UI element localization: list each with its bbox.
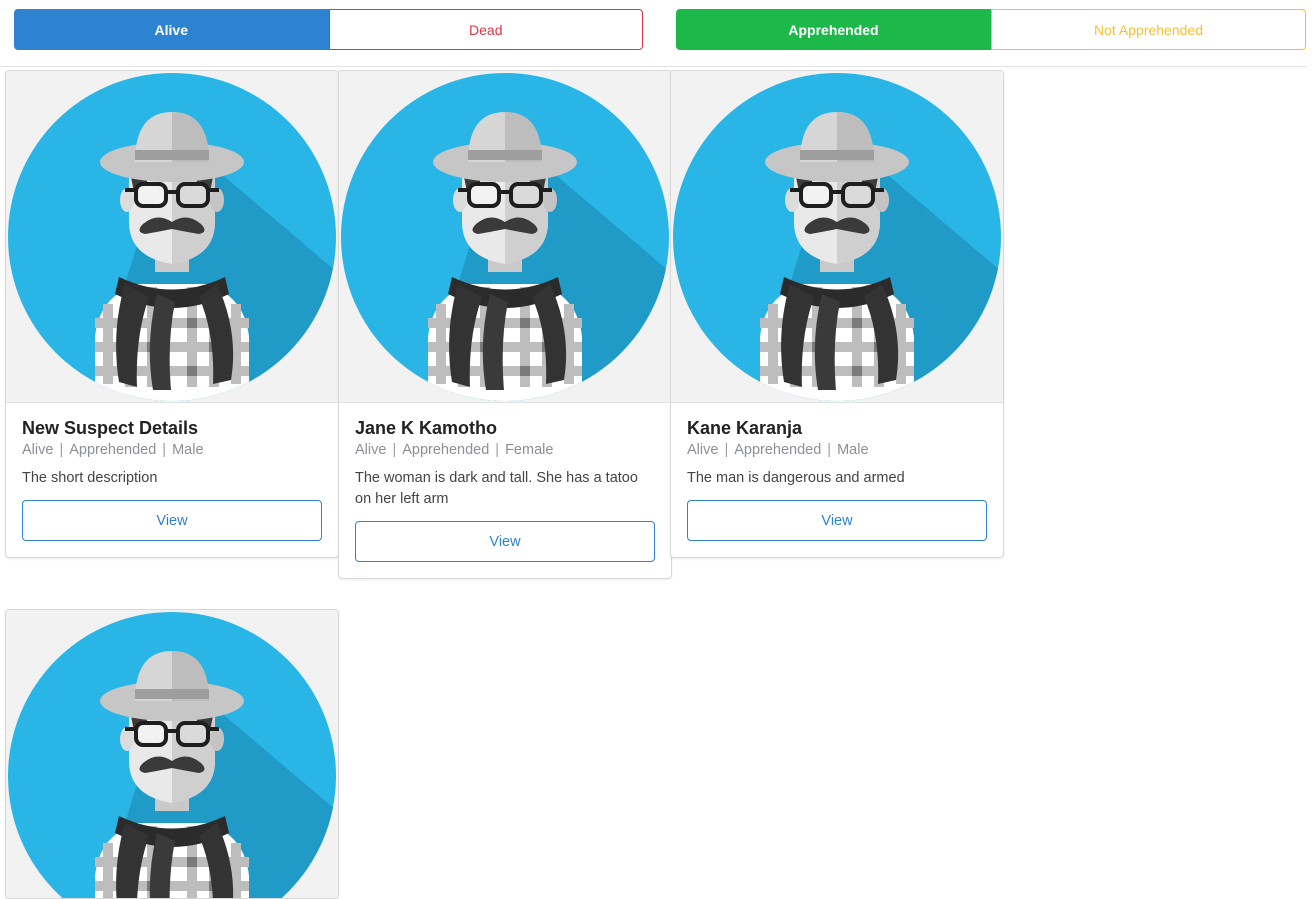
suspect-name: New Suspect Details [22,418,199,438]
not-apprehended-filter-button[interactable]: Not Apprehended [991,9,1306,50]
suspect-name: Kane Karanja [687,418,803,438]
suspect-avatar-image [8,72,336,401]
suspect-description: The short description [22,470,158,486]
status-filter-group: Alive Dead [14,9,643,50]
suspect-apprehension: Apprehended [69,442,157,458]
suspect-avatar-icon [6,610,338,898]
suspect-gender: Male [172,442,204,458]
view-button[interactable]: View [355,521,655,562]
suspect-meta: Alive | Apprehended | Male [22,442,204,458]
view-button[interactable]: View [687,500,987,541]
apprehension-filter-group: Apprehended Not Apprehended [676,9,1306,50]
suspect-avatar-image [8,611,336,898]
dead-filter-button[interactable]: Dead [328,9,643,50]
apprehended-filter-button[interactable]: Apprehended [676,9,991,50]
suspect-avatar-icon [6,71,338,403]
suspect-status: Alive [355,442,387,458]
suspect-card: Kane Karanja Alive | Apprehended | Male The … [670,70,1004,558]
suspect-status: Alive [22,442,54,458]
suspect-card: Jane K Kamotho Alive | Apprehended | Female … [338,70,672,579]
suspect-apprehension: Apprehended [402,442,490,458]
suspect-description: The man is dangerous and armed [687,470,905,486]
suspect-avatar-icon [671,71,1003,403]
alive-filter-button[interactable]: Alive [14,9,329,50]
suspect-gender: Female [505,442,554,458]
suspect-status: Alive [687,442,719,458]
suspect-name: Jane K Kamotho [355,418,498,438]
filter-divider [0,66,1306,67]
suspect-meta: Alive | Apprehended | Female [355,442,554,458]
suspect-apprehension: Apprehended [734,442,822,458]
suspect-gender: Male [837,442,869,458]
view-button[interactable]: View [22,500,322,541]
suspect-meta: Alive | Apprehended | Male [687,442,869,458]
suspect-avatar-icon [339,71,671,403]
suspect-card: New Suspect Details Alive | Apprehended | Ma… [5,70,339,558]
suspect-avatar-image [673,72,1001,401]
suspect-card [5,609,339,899]
suspect-description: The woman is dark and tall. She has a ta… [355,470,638,507]
suspect-avatar-image [341,72,669,401]
